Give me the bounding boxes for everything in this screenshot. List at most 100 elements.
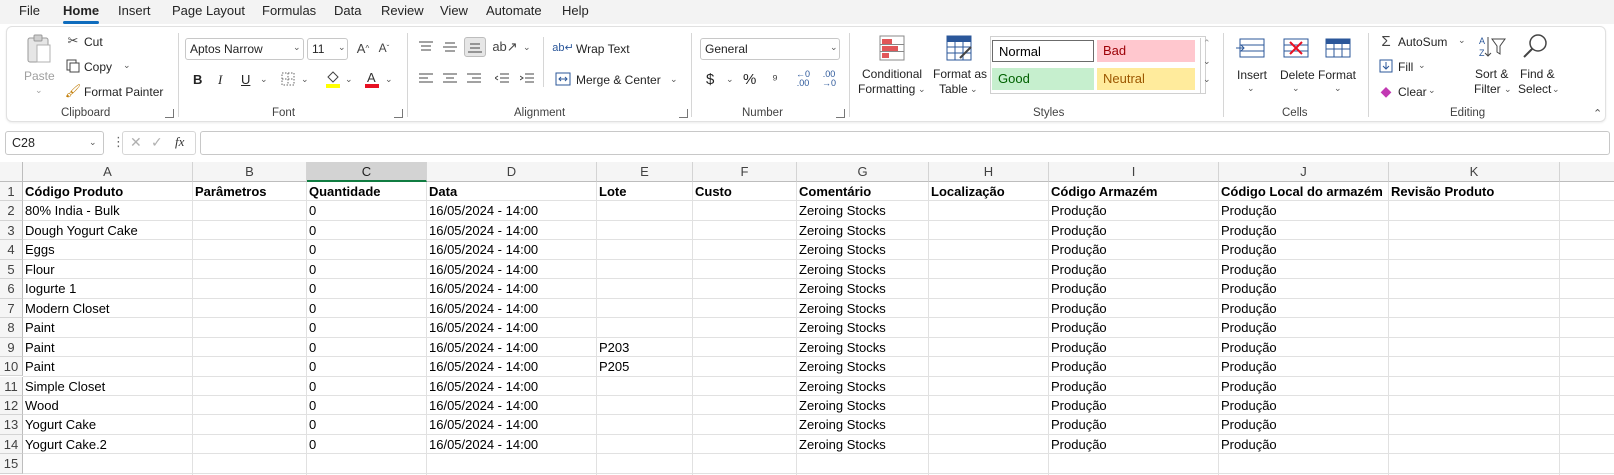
row-header-5[interactable]: 5 xyxy=(0,259,23,280)
font-family-select[interactable]: Aptos Narrow xyxy=(185,38,304,60)
table-cell[interactable]: 16/05/2024 - 14:00 xyxy=(427,396,595,415)
table-cell[interactable]: Modern Closet xyxy=(23,299,191,318)
table-cell[interactable]: 16/05/2024 - 14:00 xyxy=(427,415,595,434)
table-cell[interactable]: Produção xyxy=(1049,318,1217,337)
table-cell[interactable]: Produção xyxy=(1049,260,1217,279)
row-header-11[interactable]: 11 xyxy=(0,376,23,396)
font-family-chevron-icon[interactable]: ⌄ xyxy=(293,42,301,53)
table-cell[interactable]: Produção xyxy=(1049,396,1217,415)
table-cell[interactable]: 16/05/2024 - 14:00 xyxy=(427,299,595,318)
format-painter-icon[interactable]: 🖌 xyxy=(65,83,82,99)
table-cell[interactable]: 0 xyxy=(307,240,425,259)
table-cell[interactable]: 16/05/2024 - 14:00 xyxy=(427,260,595,279)
format-as-table-icon[interactable] xyxy=(944,33,974,63)
confirm-entry-icon[interactable]: ✓ xyxy=(151,134,163,151)
sort-filter-label[interactable]: Filter xyxy=(1474,82,1501,96)
table-cell[interactable]: Produção xyxy=(1219,201,1387,220)
row-header-14[interactable]: 14 xyxy=(0,434,23,455)
collapse-ribbon-icon[interactable]: ⌃ xyxy=(1593,107,1602,120)
percent-button[interactable]: % xyxy=(743,71,756,88)
table-cell[interactable]: P205 xyxy=(597,357,691,376)
table-cell[interactable]: 16/05/2024 - 14:00 xyxy=(427,240,595,259)
table-cell[interactable]: 0 xyxy=(307,396,425,415)
copy-button[interactable]: Copy xyxy=(84,60,112,74)
table-cell[interactable]: Yogurt Cake.2 xyxy=(23,435,191,454)
spreadsheet-grid[interactable]: A B C D E F G H I J K 1 2 3 4 5 6 7 8 9 10 11 12 13 14 15 Código P… xyxy=(0,162,1614,475)
table-cell[interactable]: 16/05/2024 - 14:00 xyxy=(427,318,595,337)
row-header-4[interactable]: 4 xyxy=(0,240,23,260)
table-cell[interactable]: Produção xyxy=(1049,377,1217,396)
insert-cells-button[interactable]: Insert xyxy=(1237,68,1267,82)
tab-help[interactable]: Help xyxy=(562,3,589,18)
style-bad[interactable]: Bad xyxy=(1097,40,1195,62)
table-cell[interactable]: Iogurte 1 xyxy=(23,279,191,298)
tab-formulas[interactable]: Formulas xyxy=(262,3,316,18)
tab-review[interactable]: Review xyxy=(381,3,424,18)
number-format-chevron-icon[interactable]: ⌄ xyxy=(830,42,838,53)
table-cell[interactable]: Produção xyxy=(1219,357,1387,376)
column-header-f[interactable]: F xyxy=(693,162,797,182)
gallery-down-icon[interactable]: ⌄ xyxy=(1203,56,1211,67)
table-cell[interactable]: Produção xyxy=(1219,260,1387,279)
middle-align-icon[interactable] xyxy=(442,39,458,55)
row-header-3[interactable]: 3 xyxy=(0,220,23,241)
row-header-10[interactable]: 10 xyxy=(0,357,23,377)
currency-chevron-icon[interactable]: ⌄ xyxy=(726,74,734,85)
conditional-formatting-button[interactable]: Conditional xyxy=(862,67,922,81)
column-header-j[interactable]: J xyxy=(1219,162,1389,182)
column-title-cell[interactable]: Data xyxy=(427,182,595,201)
table-cell[interactable]: Produção xyxy=(1049,240,1217,259)
table-cell[interactable]: Produção xyxy=(1219,377,1387,396)
table-cell[interactable]: 0 xyxy=(307,318,425,337)
table-cell[interactable]: 0 xyxy=(307,299,425,318)
clear-icon[interactable]: ◆ xyxy=(1378,83,1394,99)
table-cell[interactable]: Yogurt Cake xyxy=(23,415,191,434)
table-cell[interactable]: P203 xyxy=(597,338,691,357)
table-cell[interactable]: Eggs xyxy=(23,240,191,259)
table-cell[interactable]: Produção xyxy=(1049,435,1217,454)
format-as-table-chevron-icon[interactable]: ⌄ xyxy=(970,84,978,95)
table-cell[interactable]: 0 xyxy=(307,357,425,376)
increase-indent-icon[interactable] xyxy=(519,71,535,87)
fill-chevron-icon[interactable]: ⌄ xyxy=(1418,60,1426,71)
column-header-g[interactable]: G xyxy=(797,162,929,182)
copy-chevron-icon[interactable]: ⌄ xyxy=(123,60,131,71)
delete-cells-icon[interactable] xyxy=(1279,35,1311,61)
table-cell[interactable]: 0 xyxy=(307,201,425,220)
table-cell[interactable]: Zeroing Stocks xyxy=(797,338,927,357)
table-cell[interactable]: Wood xyxy=(23,396,191,415)
row-header-8[interactable]: 8 xyxy=(0,318,23,338)
cancel-entry-icon[interactable]: ✕ xyxy=(130,134,142,151)
column-header-b[interactable]: B xyxy=(193,162,307,182)
find-select-button[interactable]: Find & xyxy=(1520,67,1555,81)
orientation-chevron-icon[interactable]: ⌄ xyxy=(523,42,531,53)
column-title-cell[interactable]: Revisão Produto xyxy=(1389,182,1558,201)
conditional-formatting-icon[interactable] xyxy=(877,33,907,63)
column-header-d[interactable]: D xyxy=(427,162,597,182)
table-cell[interactable]: 16/05/2024 - 14:00 xyxy=(427,221,595,240)
table-cell[interactable]: Produção xyxy=(1049,201,1217,220)
table-cell[interactable]: Zeroing Stocks xyxy=(797,299,927,318)
style-good[interactable]: Good xyxy=(992,68,1094,90)
autosum-chevron-icon[interactable]: ⌄ xyxy=(1458,35,1466,46)
column-title-cell[interactable]: Código Armazém xyxy=(1049,182,1217,201)
top-align-icon[interactable] xyxy=(418,39,434,55)
table-cell[interactable]: Zeroing Stocks xyxy=(797,279,927,298)
gallery-up-icon[interactable]: ⌃ xyxy=(1203,38,1211,49)
table-cell[interactable]: Produção xyxy=(1219,338,1387,357)
table-cell[interactable]: Zeroing Stocks xyxy=(797,221,927,240)
column-header-k[interactable]: K xyxy=(1389,162,1560,182)
table-cell[interactable]: Produção xyxy=(1049,221,1217,240)
align-left-icon[interactable] xyxy=(418,71,434,87)
fill-icon[interactable] xyxy=(1378,58,1394,74)
table-cell[interactable]: Produção xyxy=(1049,338,1217,357)
currency-button[interactable]: $ xyxy=(706,71,714,88)
table-cell[interactable]: Simple Closet xyxy=(23,377,191,396)
borders-icon[interactable] xyxy=(280,71,296,87)
table-cell[interactable]: Zeroing Stocks xyxy=(797,260,927,279)
table-cell[interactable]: Produção xyxy=(1049,299,1217,318)
merge-center-icon[interactable] xyxy=(555,71,571,87)
sort-filter-icon[interactable]: AZ xyxy=(1477,33,1507,61)
underline-button[interactable]: U xyxy=(241,72,250,87)
number-format-select[interactable]: General xyxy=(700,38,840,60)
